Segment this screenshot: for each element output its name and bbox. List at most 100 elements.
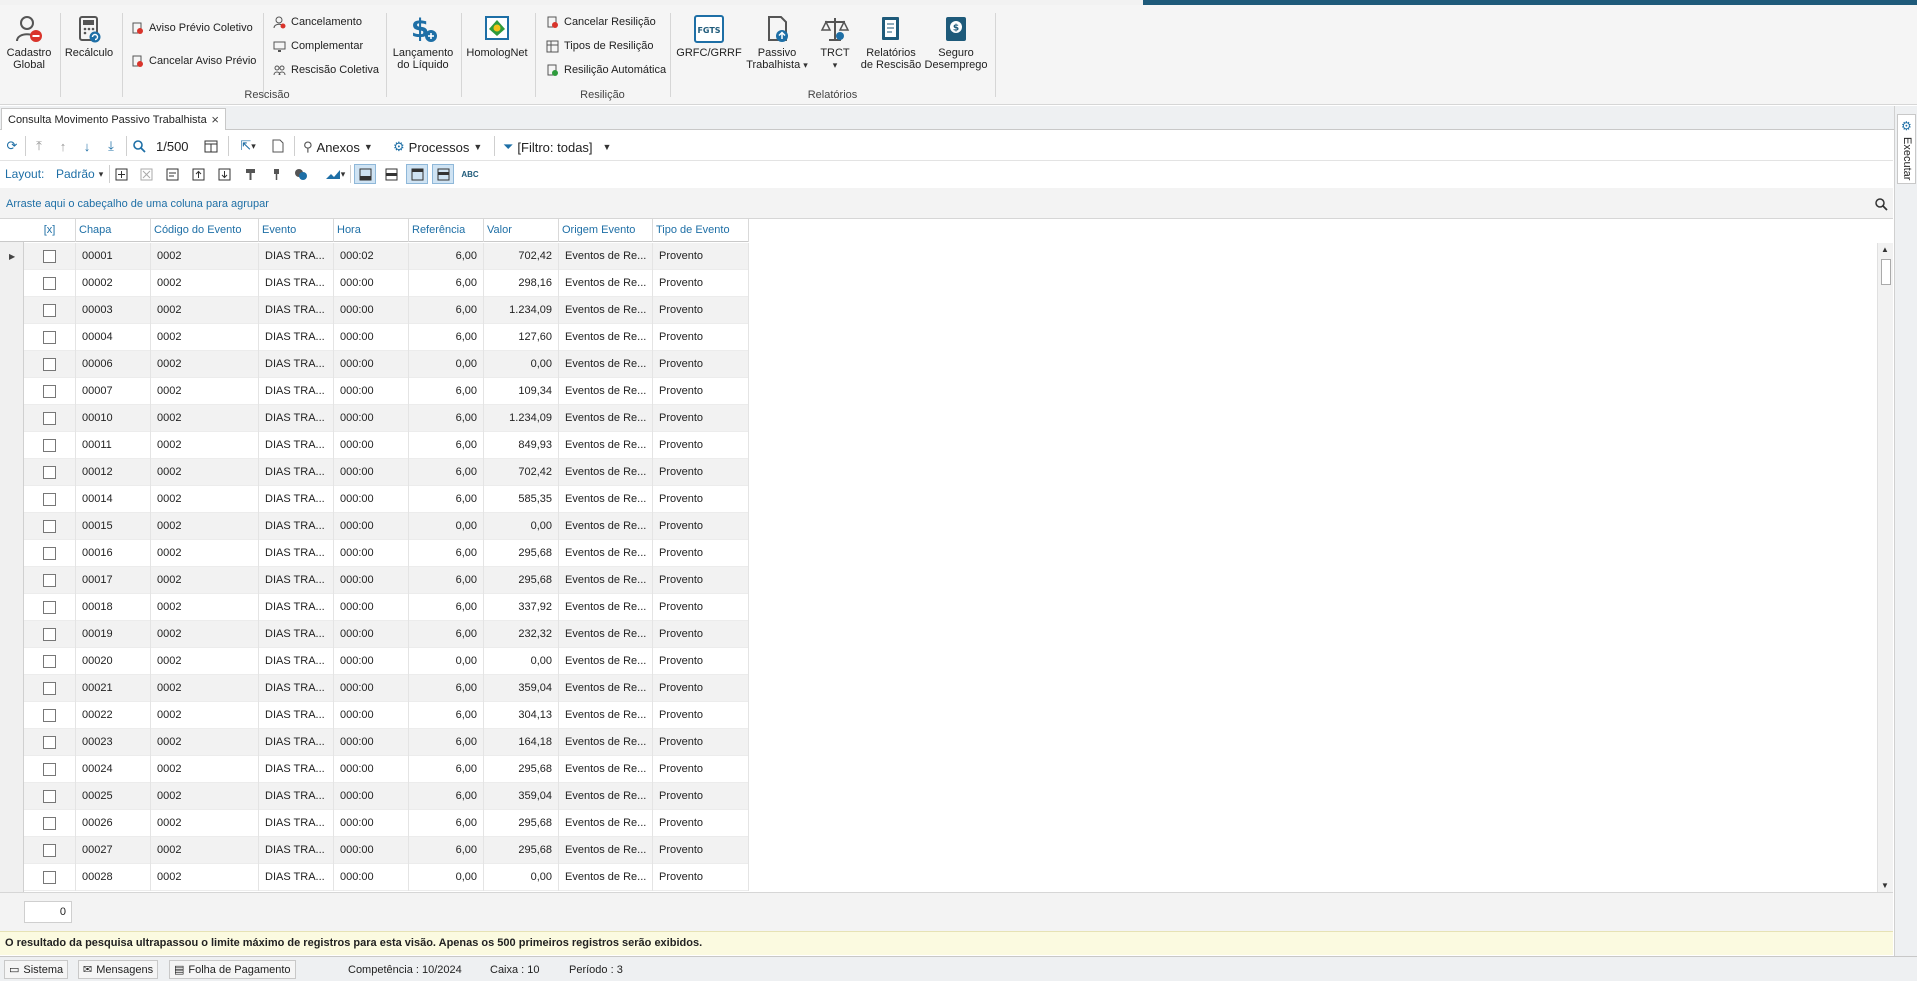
status-sistema-button[interactable]: ▭ Sistema bbox=[4, 960, 69, 979]
aviso-previo-coletivo-button[interactable]: Aviso Prévio Coletivo bbox=[130, 21, 253, 35]
paint-roller-icon[interactable] bbox=[242, 166, 258, 182]
row-checkbox[interactable] bbox=[43, 736, 56, 749]
delete-layout-icon[interactable] bbox=[138, 166, 154, 182]
column-header-select[interactable]: [x] bbox=[24, 219, 76, 242]
group-by-area[interactable]: Arraste aqui o cabeçalho de uma coluna p… bbox=[0, 188, 1893, 219]
row-checkbox[interactable] bbox=[43, 250, 56, 263]
lancamento-liquido-button[interactable]: $ Lançamento do Líquido bbox=[390, 13, 456, 71]
row-checkbox[interactable] bbox=[43, 412, 56, 425]
table-row[interactable]: 00002 0002 DIAS TRA... 000:00 6,00 298,16 Even… bbox=[24, 270, 749, 297]
table-row[interactable]: 00019 0002 DIAS TRA... 000:00 6,00 232,32 Even… bbox=[24, 621, 749, 648]
filtro-dropdown[interactable]: ⏷ [Filtro: todas] ▼ bbox=[503, 139, 611, 155]
first-record-icon[interactable]: ⤒ bbox=[31, 138, 47, 154]
table-row[interactable]: 00018 0002 DIAS TRA... 000:00 6,00 337,92 Even… bbox=[24, 594, 749, 621]
edit-layout-icon[interactable] bbox=[164, 166, 180, 182]
passivo-trabalhista-button[interactable]: Passivo Trabalhista ▾ bbox=[742, 13, 812, 71]
refresh-icon[interactable]: ⟳ bbox=[4, 138, 20, 154]
row-checkbox[interactable] bbox=[43, 790, 56, 803]
row-checkbox[interactable] bbox=[43, 817, 56, 830]
table-row[interactable]: 00024 0002 DIAS TRA... 000:00 6,00 295,68 Even… bbox=[24, 756, 749, 783]
table-row[interactable]: 00001 0002 DIAS TRA... 000:02 6,00 702,42 Even… bbox=[24, 243, 749, 270]
row-checkbox[interactable] bbox=[43, 655, 56, 668]
row-checkbox[interactable] bbox=[43, 466, 56, 479]
table-row[interactable]: 00021 0002 DIAS TRA... 000:00 6,00 359,04 Even… bbox=[24, 675, 749, 702]
trct-button[interactable]: TRCT ▾ bbox=[812, 13, 858, 71]
row-checkbox[interactable] bbox=[43, 871, 56, 884]
row-checkbox[interactable] bbox=[43, 628, 56, 641]
filter-row-toggle[interactable] bbox=[432, 164, 454, 184]
scroll-down-icon[interactable]: ▼ bbox=[1881, 881, 1889, 890]
homolognet-button[interactable]: HomologNet bbox=[466, 13, 528, 59]
row-checkbox[interactable] bbox=[43, 844, 56, 857]
rescisao-coletiva-button[interactable]: Rescisão Coletiva bbox=[272, 63, 379, 77]
row-checkbox[interactable] bbox=[43, 682, 56, 695]
export-icon[interactable]: ⇱ ▾ bbox=[234, 138, 262, 154]
search-icon[interactable] bbox=[131, 138, 147, 154]
table-row[interactable]: 00022 0002 DIAS TRA... 000:00 6,00 304,13 Even… bbox=[24, 702, 749, 729]
table-row[interactable]: 00011 0002 DIAS TRA... 000:00 6,00 849,93 Even… bbox=[24, 432, 749, 459]
table-row[interactable]: 00007 0002 DIAS TRA... 000:00 6,00 109,34 Even… bbox=[24, 378, 749, 405]
row-checkbox[interactable] bbox=[43, 601, 56, 614]
cancelar-resiliacao-button[interactable]: Cancelar Resilição bbox=[545, 15, 656, 29]
cancelamento-button[interactable]: Cancelamento bbox=[272, 15, 362, 29]
column-header-origem-evento[interactable]: Origem Evento bbox=[559, 219, 653, 242]
next-record-icon[interactable]: ↓ bbox=[79, 138, 95, 154]
column-header-tipo-evento[interactable]: Tipo de Evento bbox=[653, 219, 749, 242]
cancelar-aviso-previo-button[interactable]: Cancelar Aviso Prévio bbox=[130, 54, 256, 68]
import-layout-icon[interactable] bbox=[190, 166, 206, 182]
recalculo-button[interactable]: Recálculo bbox=[64, 13, 114, 59]
column-header-hora[interactable]: Hora bbox=[334, 219, 409, 242]
vertical-scrollbar[interactable]: ▲ ▼ bbox=[1877, 243, 1893, 892]
row-checkbox[interactable] bbox=[43, 277, 56, 290]
previous-record-icon[interactable]: ↑ bbox=[55, 138, 71, 154]
table-row[interactable]: 00004 0002 DIAS TRA... 000:00 6,00 127,60 Even… bbox=[24, 324, 749, 351]
column-header-valor[interactable]: Valor bbox=[484, 219, 559, 242]
group-panel-toggle[interactable] bbox=[380, 164, 402, 184]
row-checkbox[interactable] bbox=[43, 709, 56, 722]
header-panel-toggle[interactable] bbox=[406, 164, 428, 184]
row-checkbox[interactable] bbox=[43, 763, 56, 776]
row-checkbox[interactable] bbox=[43, 304, 56, 317]
row-checkbox[interactable] bbox=[43, 574, 56, 587]
table-row[interactable]: 00014 0002 DIAS TRA... 000:00 6,00 585,35 Even… bbox=[24, 486, 749, 513]
export-layout-icon[interactable] bbox=[216, 166, 232, 182]
table-row[interactable]: 00027 0002 DIAS TRA... 000:00 6,00 295,68 Even… bbox=[24, 837, 749, 864]
row-checkbox[interactable] bbox=[43, 385, 56, 398]
row-checkbox[interactable] bbox=[43, 331, 56, 344]
add-layout-icon[interactable] bbox=[113, 166, 129, 182]
table-row[interactable]: 00006 0002 DIAS TRA... 000:00 0,00 0,00 Evento… bbox=[24, 351, 749, 378]
seguro-desemprego-button[interactable]: $ Seguro Desemprego bbox=[924, 13, 988, 71]
row-checkbox[interactable] bbox=[43, 358, 56, 371]
complementar-button[interactable]: Complementar bbox=[272, 39, 363, 53]
row-checkbox[interactable] bbox=[43, 439, 56, 452]
column-header-chapa[interactable]: Chapa bbox=[76, 219, 151, 242]
spellcheck-icon[interactable]: ABC bbox=[459, 166, 481, 182]
search-icon[interactable] bbox=[1873, 196, 1889, 212]
last-record-icon[interactable]: ⤓ bbox=[103, 138, 119, 154]
cadastro-global-button[interactable]: Cadastro Global bbox=[4, 13, 54, 71]
table-row[interactable]: 00023 0002 DIAS TRA... 000:00 6,00 164,18 Even… bbox=[24, 729, 749, 756]
row-checkbox[interactable] bbox=[43, 520, 56, 533]
status-mensagens-button[interactable]: ✉ Mensagens bbox=[78, 960, 159, 979]
layout-dropdown[interactable]: Padrão ▾ bbox=[56, 167, 103, 181]
status-folha-button[interactable]: ▤ Folha de Pagamento bbox=[169, 960, 296, 979]
table-row[interactable]: 00003 0002 DIAS TRA... 000:00 6,00 1.234,09 Ev… bbox=[24, 297, 749, 324]
table-row[interactable]: 00016 0002 DIAS TRA... 000:00 6,00 295,68 Even… bbox=[24, 540, 749, 567]
table-row[interactable]: 00017 0002 DIAS TRA... 000:00 6,00 295,68 Even… bbox=[24, 567, 749, 594]
table-row[interactable]: 00025 0002 DIAS TRA... 000:00 6,00 359,04 Even… bbox=[24, 783, 749, 810]
table-row[interactable]: 00020 0002 DIAS TRA... 000:00 0,00 0,00 Evento… bbox=[24, 648, 749, 675]
tipos-resiliacao-button[interactable]: Tipos de Resilição bbox=[545, 39, 653, 53]
shapes-icon[interactable] bbox=[293, 166, 309, 182]
table-row[interactable]: 00026 0002 DIAS TRA... 000:00 6,00 295,68 Even… bbox=[24, 810, 749, 837]
anexos-dropdown[interactable]: ⚲ Anexos ▼ bbox=[303, 139, 373, 155]
page-icon[interactable] bbox=[270, 138, 286, 154]
column-header-referencia[interactable]: Referência bbox=[409, 219, 484, 242]
column-header-evento[interactable]: Evento bbox=[259, 219, 334, 242]
chart-icon[interactable]: ▾ bbox=[322, 166, 348, 182]
close-icon[interactable]: × bbox=[211, 112, 219, 127]
columns-icon[interactable] bbox=[203, 138, 219, 154]
relatorios-rescisao-button[interactable]: Relatórios de Rescisão bbox=[858, 13, 924, 71]
footer-panel-toggle[interactable] bbox=[354, 164, 376, 184]
executar-tab[interactable]: ⚙ Executar bbox=[1897, 114, 1916, 184]
processos-dropdown[interactable]: ⚙ Processos ▼ bbox=[393, 139, 482, 155]
